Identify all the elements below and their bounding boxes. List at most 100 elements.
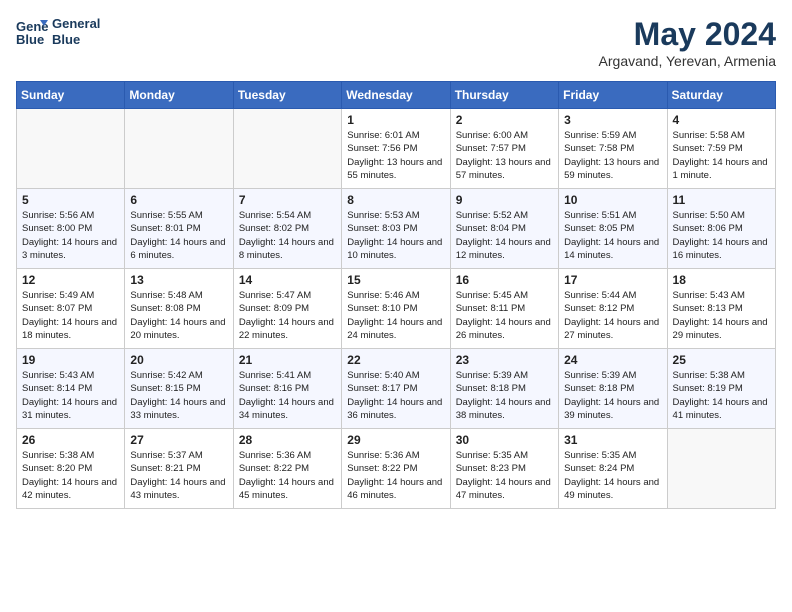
calendar-week-2: 5Sunrise: 5:56 AM Sunset: 8:00 PM Daylig… (17, 189, 776, 269)
day-info: Sunrise: 5:50 AM Sunset: 8:06 PM Dayligh… (673, 209, 770, 262)
day-info: Sunrise: 5:38 AM Sunset: 8:19 PM Dayligh… (673, 369, 770, 422)
calendar-day: 23 Sunrise: 5:39 AM Sunset: 8:18 PM Dayli… (450, 349, 558, 429)
day-number: 17 (564, 273, 661, 287)
day-info: Sunrise: 5:38 AM Sunset: 8:20 PM Dayligh… (22, 449, 119, 502)
weekday-header-monday: Monday (125, 82, 233, 109)
calendar-day: 26 Sunrise: 5:38 AM Sunset: 8:20 PM Dayli… (17, 429, 125, 509)
day-info: Sunrise: 5:45 AM Sunset: 8:11 PM Dayligh… (456, 289, 553, 342)
day-number: 10 (564, 193, 661, 207)
day-info: Sunrise: 5:36 AM Sunset: 8:22 PM Dayligh… (347, 449, 444, 502)
day-number: 1 (347, 113, 444, 127)
calendar-day: 30 Sunrise: 5:35 AM Sunset: 8:23 PM Dayli… (450, 429, 558, 509)
day-info: Sunrise: 5:46 AM Sunset: 8:10 PM Dayligh… (347, 289, 444, 342)
day-info: Sunrise: 5:48 AM Sunset: 8:08 PM Dayligh… (130, 289, 227, 342)
day-number: 15 (347, 273, 444, 287)
month-title: May 2024 (599, 16, 776, 53)
location: Argavand, Yerevan, Armenia (599, 53, 776, 69)
day-number: 3 (564, 113, 661, 127)
calendar-day: 20 Sunrise: 5:42 AM Sunset: 8:15 PM Dayli… (125, 349, 233, 429)
day-number: 29 (347, 433, 444, 447)
day-number: 28 (239, 433, 336, 447)
day-number: 16 (456, 273, 553, 287)
day-number: 23 (456, 353, 553, 367)
calendar-day: 17 Sunrise: 5:44 AM Sunset: 8:12 PM Dayli… (559, 269, 667, 349)
calendar-day: 15 Sunrise: 5:46 AM Sunset: 8:10 PM Dayli… (342, 269, 450, 349)
calendar-day: 3 Sunrise: 5:59 AM Sunset: 7:58 PM Daylig… (559, 109, 667, 189)
calendar-day (17, 109, 125, 189)
calendar-week-3: 12 Sunrise: 5:49 AM Sunset: 8:07 PM Dayli… (17, 269, 776, 349)
calendar-day: 19Sunrise: 5:43 AM Sunset: 8:14 PM Dayli… (17, 349, 125, 429)
title-block: May 2024 Argavand, Yerevan, Armenia (599, 16, 776, 69)
calendar-week-1: 1 Sunrise: 6:01 AM Sunset: 7:56 PM Daylig… (17, 109, 776, 189)
day-info: Sunrise: 5:49 AM Sunset: 8:07 PM Dayligh… (22, 289, 119, 342)
calendar-day: 29 Sunrise: 5:36 AM Sunset: 8:22 PM Dayli… (342, 429, 450, 509)
calendar-day: 9 Sunrise: 5:52 AM Sunset: 8:04 PM Daylig… (450, 189, 558, 269)
calendar-day: 25 Sunrise: 5:38 AM Sunset: 8:19 PM Dayli… (667, 349, 775, 429)
calendar-table: SundayMondayTuesdayWednesdayThursdayFrid… (16, 81, 776, 509)
day-number: 8 (347, 193, 444, 207)
calendar-day: 16 Sunrise: 5:45 AM Sunset: 8:11 PM Dayli… (450, 269, 558, 349)
calendar-day: 24 Sunrise: 5:39 AM Sunset: 8:18 PM Dayli… (559, 349, 667, 429)
day-number: 13 (130, 273, 227, 287)
day-info: Sunrise: 5:40 AM Sunset: 8:17 PM Dayligh… (347, 369, 444, 422)
day-number: 21 (239, 353, 336, 367)
day-info: Sunrise: 5:35 AM Sunset: 8:23 PM Dayligh… (456, 449, 553, 502)
calendar-day (667, 429, 775, 509)
calendar-week-5: 26 Sunrise: 5:38 AM Sunset: 8:20 PM Dayli… (17, 429, 776, 509)
day-info: Sunrise: 5:35 AM Sunset: 8:24 PM Dayligh… (564, 449, 661, 502)
calendar-day: 8 Sunrise: 5:53 AM Sunset: 8:03 PM Daylig… (342, 189, 450, 269)
calendar-day: 27Sunrise: 5:37 AM Sunset: 8:21 PM Dayli… (125, 429, 233, 509)
day-info: Sunrise: 6:00 AM Sunset: 7:57 PM Dayligh… (456, 129, 553, 182)
day-info: Sunrise: 5:59 AM Sunset: 7:58 PM Dayligh… (564, 129, 661, 182)
day-number: 14 (239, 273, 336, 287)
day-info: Sunrise: 5:54 AM Sunset: 8:02 PM Dayligh… (239, 209, 336, 262)
calendar-day: 5Sunrise: 5:56 AM Sunset: 8:00 PM Daylig… (17, 189, 125, 269)
day-number: 25 (673, 353, 770, 367)
day-number: 30 (456, 433, 553, 447)
day-info: Sunrise: 5:43 AM Sunset: 8:13 PM Dayligh… (673, 289, 770, 342)
day-number: 2 (456, 113, 553, 127)
day-info: Sunrise: 5:42 AM Sunset: 8:15 PM Dayligh… (130, 369, 227, 422)
day-number: 7 (239, 193, 336, 207)
day-info: Sunrise: 5:39 AM Sunset: 8:18 PM Dayligh… (456, 369, 553, 422)
calendar-day: 31 Sunrise: 5:35 AM Sunset: 8:24 PM Dayli… (559, 429, 667, 509)
calendar-day: 18Sunrise: 5:43 AM Sunset: 8:13 PM Dayli… (667, 269, 775, 349)
day-info: Sunrise: 5:56 AM Sunset: 8:00 PM Dayligh… (22, 209, 119, 262)
svg-text:Blue: Blue (16, 32, 44, 46)
day-number: 26 (22, 433, 119, 447)
day-number: 22 (347, 353, 444, 367)
day-number: 9 (456, 193, 553, 207)
day-number: 24 (564, 353, 661, 367)
calendar-day: 7 Sunrise: 5:54 AM Sunset: 8:02 PM Daylig… (233, 189, 341, 269)
weekday-header-wednesday: Wednesday (342, 82, 450, 109)
calendar-day: 13 Sunrise: 5:48 AM Sunset: 8:08 PM Dayli… (125, 269, 233, 349)
weekday-header-tuesday: Tuesday (233, 82, 341, 109)
calendar-day: 1 Sunrise: 6:01 AM Sunset: 7:56 PM Daylig… (342, 109, 450, 189)
calendar-day: 2 Sunrise: 6:00 AM Sunset: 7:57 PM Daylig… (450, 109, 558, 189)
weekday-header-row: SundayMondayTuesdayWednesdayThursdayFrid… (17, 82, 776, 109)
day-number: 6 (130, 193, 227, 207)
day-info: Sunrise: 5:58 AM Sunset: 7:59 PM Dayligh… (673, 129, 770, 182)
day-info: Sunrise: 6:01 AM Sunset: 7:56 PM Dayligh… (347, 129, 444, 182)
calendar-day: 6 Sunrise: 5:55 AM Sunset: 8:01 PM Daylig… (125, 189, 233, 269)
weekday-header-saturday: Saturday (667, 82, 775, 109)
day-number: 19 (22, 353, 119, 367)
calendar-day: 28Sunrise: 5:36 AM Sunset: 8:22 PM Dayli… (233, 429, 341, 509)
day-info: Sunrise: 5:52 AM Sunset: 8:04 PM Dayligh… (456, 209, 553, 262)
day-info: Sunrise: 5:44 AM Sunset: 8:12 PM Dayligh… (564, 289, 661, 342)
day-number: 12 (22, 273, 119, 287)
weekday-header-thursday: Thursday (450, 82, 558, 109)
logo-blue: Blue (52, 32, 100, 48)
day-number: 20 (130, 353, 227, 367)
weekday-header-sunday: Sunday (17, 82, 125, 109)
day-info: Sunrise: 5:47 AM Sunset: 8:09 PM Dayligh… (239, 289, 336, 342)
day-info: Sunrise: 5:51 AM Sunset: 8:05 PM Dayligh… (564, 209, 661, 262)
calendar-day (125, 109, 233, 189)
day-info: Sunrise: 5:39 AM Sunset: 8:18 PM Dayligh… (564, 369, 661, 422)
day-number: 31 (564, 433, 661, 447)
day-number: 27 (130, 433, 227, 447)
day-info: Sunrise: 5:53 AM Sunset: 8:03 PM Dayligh… (347, 209, 444, 262)
day-info: Sunrise: 5:55 AM Sunset: 8:01 PM Dayligh… (130, 209, 227, 262)
day-info: Sunrise: 5:41 AM Sunset: 8:16 PM Dayligh… (239, 369, 336, 422)
page-header: General Blue General Blue May 2024 Argav… (16, 16, 776, 69)
